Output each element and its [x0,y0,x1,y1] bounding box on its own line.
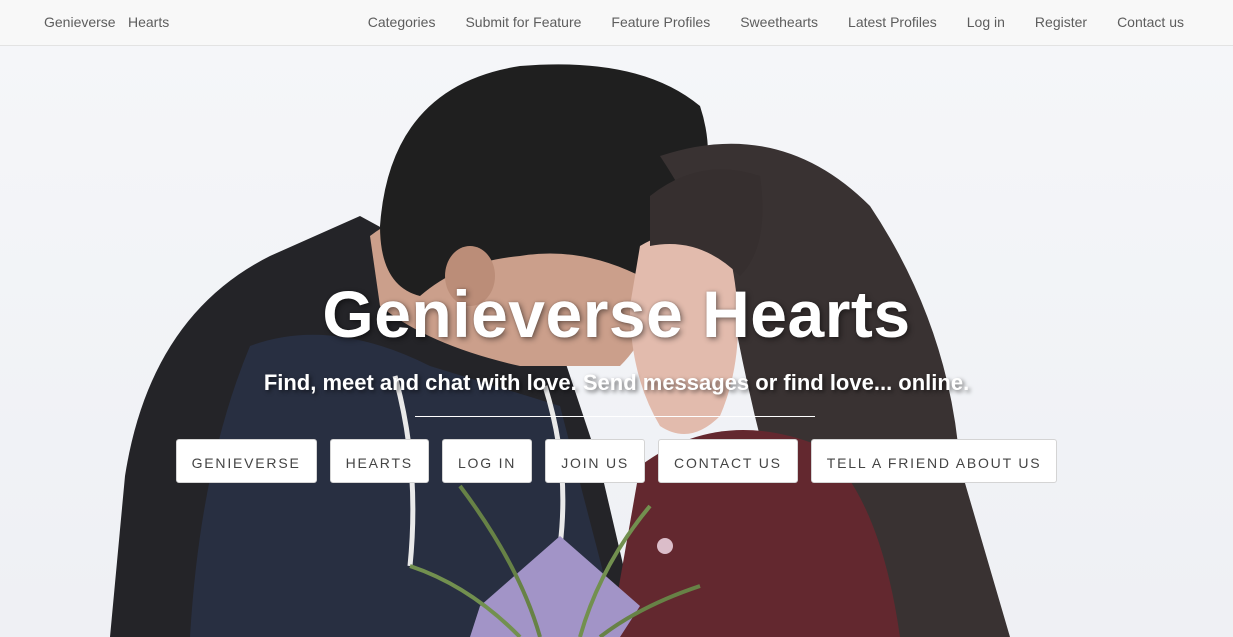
brand-hearts-link[interactable]: Hearts [128,14,169,30]
nav-link-categories[interactable]: Categories [368,14,436,30]
nav-link-feature-profiles[interactable]: Feature Profiles [611,14,710,30]
contact-us-button[interactable]: CONTACT US [658,439,798,483]
nav-link-sweethearts[interactable]: Sweethearts [740,14,818,30]
nav-link-submit-for-feature[interactable]: Submit for Feature [465,14,581,30]
hero-title: Genieverse Hearts [322,277,911,351]
nav-link-register[interactable]: Register [1035,14,1087,30]
nav-link-contact-us[interactable]: Contact us [1117,14,1184,30]
brand-genieverse-link[interactable]: Genieverse [44,14,116,30]
hero-divider [415,416,815,417]
genieverse-button[interactable]: GENIEVERSE [175,439,317,483]
nav-links: Categories Submit for Feature Feature Pr… [368,14,1184,30]
log-in-button[interactable]: LOG IN [441,439,533,483]
nav-link-latest-profiles[interactable]: Latest Profiles [848,14,937,30]
hearts-button[interactable]: HEARTS [329,439,429,483]
tell-a-friend-button[interactable]: TELL A FRIEND ABOUT US [810,439,1058,483]
join-us-button[interactable]: JOIN US [545,439,646,483]
top-navbar: Genieverse Hearts Categories Submit for … [0,0,1233,46]
nav-link-log-in[interactable]: Log in [967,14,1005,30]
hero-button-group: GENIEVERSE HEARTS LOG IN JOIN US CONTACT… [0,439,1233,483]
hero-subtitle: Find, meet and chat with love. Send mess… [263,370,970,395]
